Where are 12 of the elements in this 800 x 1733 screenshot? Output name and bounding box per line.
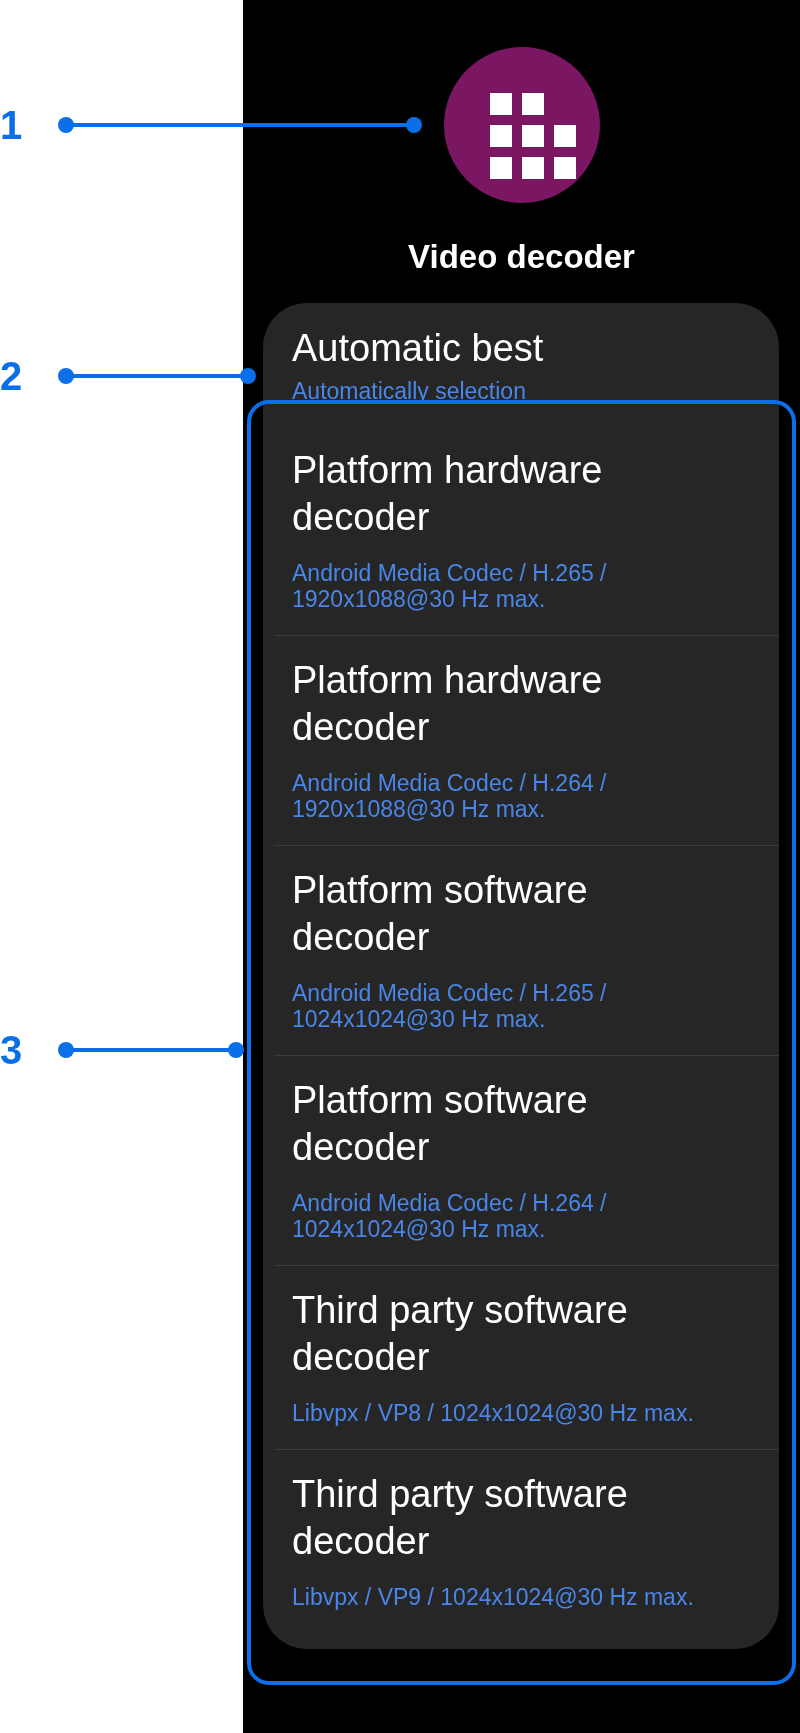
callout-number: 3	[0, 1027, 24, 1074]
callout-number: 2	[0, 353, 24, 400]
dialog-title: Video decoder	[408, 237, 635, 277]
callout-number: 1	[0, 102, 24, 149]
option-item[interactable]: Third party software decoder Libvpx / VP8 / 1024x1024@30 Hz max.	[274, 1265, 779, 1449]
option-item[interactable]: Platform software decoder Android Media Codec / H.265 / 1024x1024@30 Hz max.	[274, 845, 779, 1055]
option-item[interactable]: Platform hardware decoder Android Media Codec / H.265 / 1920x1088@30 Hz max.	[274, 428, 779, 635]
option-item[interactable]: Platform hardware decoder Android Media Codec / H.264 / 1920x1088@30 Hz max.	[274, 635, 779, 845]
option-item[interactable]: Third party software decoder Libvpx / VP9 / 1024x1024@30 Hz max.	[274, 1449, 779, 1633]
option-item[interactable]: Platform software decoder Android Media Codec / H.264 / 1024x1024@30 Hz max.	[274, 1055, 779, 1265]
grid-icon	[443, 47, 600, 203]
option-item[interactable]: Automatic best Automatically selection	[274, 303, 779, 428]
